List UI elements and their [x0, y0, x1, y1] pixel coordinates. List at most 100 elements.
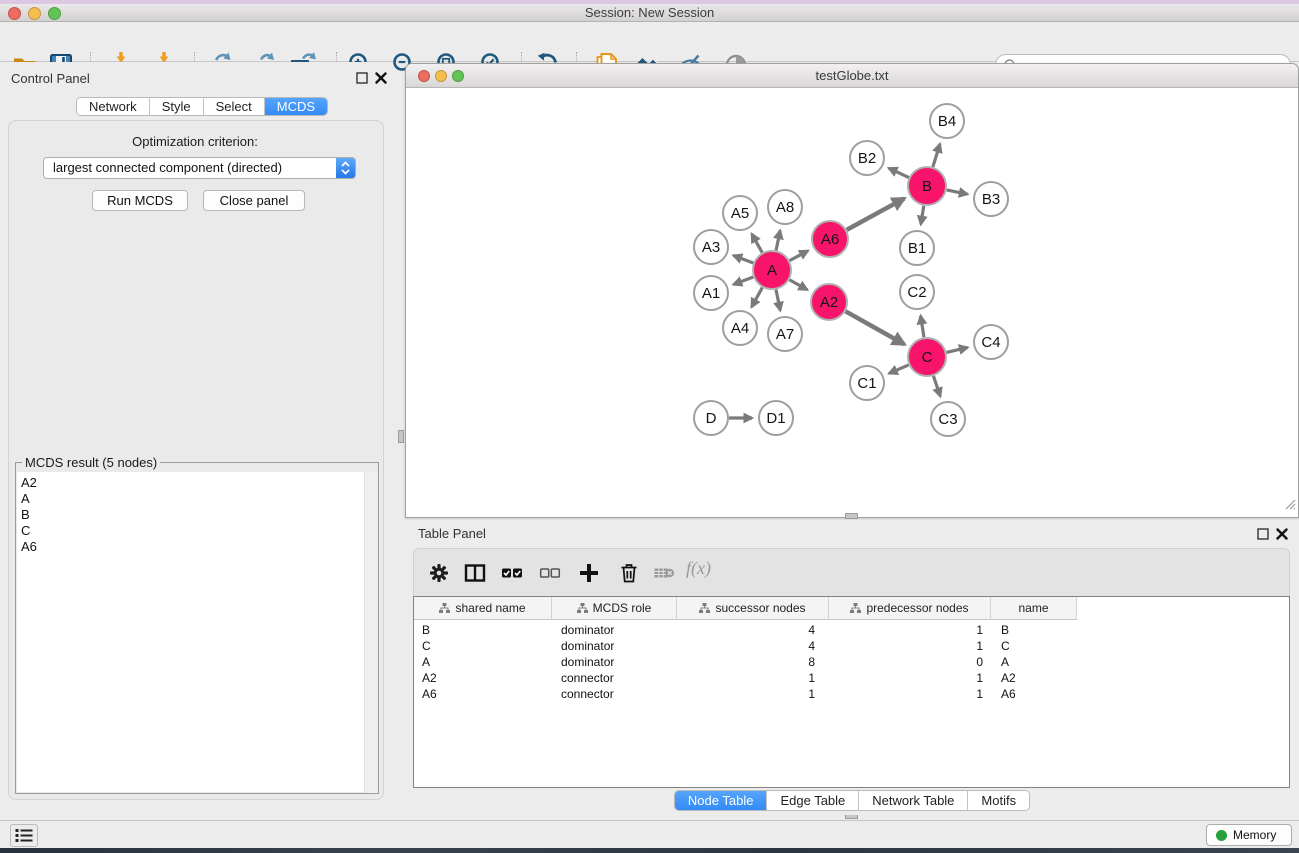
graph-edge-A-A1: [733, 277, 753, 284]
cell-mcds-role: connector: [552, 686, 677, 702]
table-panel-title: Table Panel: [418, 526, 486, 541]
svg-text:A7: A7: [776, 326, 794, 343]
column-header-name[interactable]: name: [991, 597, 1077, 620]
desktop-edge-bottom: [0, 848, 1299, 853]
select-stepper-icon: [336, 158, 355, 178]
desktop-scroll-fragment[interactable]: [845, 513, 858, 519]
graph-node-A4[interactable]: A4: [723, 311, 757, 345]
graph-edge-A-A3: [733, 255, 753, 262]
select-all-columns-icon[interactable]: [501, 562, 523, 584]
tab-node-table[interactable]: Node Table: [675, 791, 768, 810]
tab-mcds[interactable]: MCDS: [265, 98, 327, 115]
mcds-result-box: MCDS result (5 nodes) A2ABCA6: [15, 462, 379, 794]
graph-node-C[interactable]: C: [908, 338, 946, 376]
graph-node-B4[interactable]: B4: [930, 104, 964, 138]
node-table: shared nameMCDS rolesuccessor nodesprede…: [413, 596, 1290, 788]
window-resize-grip[interactable]: [1282, 496, 1296, 515]
graph-edge-A-A6: [790, 251, 808, 261]
memory-button[interactable]: Memory: [1206, 824, 1292, 846]
tab-edge-table[interactable]: Edge Table: [767, 791, 859, 810]
table-header-row: shared nameMCDS rolesuccessor nodesprede…: [414, 597, 1077, 620]
mcds-result-list: A2ABCA6: [17, 472, 377, 792]
graph-node-C1[interactable]: C1: [850, 366, 884, 400]
float-panel-icon[interactable]: [356, 71, 370, 84]
tab-network-table[interactable]: Network Table: [859, 791, 968, 810]
graph-node-D1[interactable]: D1: [759, 401, 793, 435]
graph-node-C3[interactable]: C3: [931, 402, 965, 436]
column-header-mcds-role[interactable]: MCDS role: [552, 597, 677, 620]
cell-predecessor-nodes: 1: [829, 622, 991, 638]
function-builder-icon[interactable]: f(x): [686, 558, 711, 579]
tab-motifs[interactable]: Motifs: [968, 791, 1029, 810]
graph-node-C4[interactable]: C4: [974, 325, 1008, 359]
task-history-button[interactable]: [10, 824, 38, 847]
graph-node-A7[interactable]: A7: [768, 317, 802, 351]
table-row[interactable]: Adominator80A: [414, 654, 1289, 670]
cell-mcds-role: dominator: [552, 654, 677, 670]
delete-columns-icon[interactable]: [618, 562, 640, 584]
cell-shared-name: B: [414, 622, 552, 638]
column-header-predecessor-nodes[interactable]: predecessor nodes: [829, 597, 991, 620]
main-titlebar[interactable]: Session: New Session: [0, 4, 1299, 22]
graph-node-A6[interactable]: A6: [812, 221, 848, 257]
table-row[interactable]: Cdominator41C: [414, 638, 1289, 654]
graph-node-A[interactable]: A: [753, 251, 791, 289]
cell-name: A: [991, 654, 1077, 670]
cell-shared-name: C: [414, 638, 552, 654]
svg-text:A2: A2: [820, 294, 838, 311]
graph-node-B3[interactable]: B3: [974, 182, 1008, 216]
mcds-result-item[interactable]: A: [17, 491, 377, 507]
graph-node-A2[interactable]: A2: [811, 284, 847, 320]
mcds-result-item[interactable]: A2: [17, 475, 377, 491]
float-table-panel-icon[interactable]: [1257, 527, 1271, 540]
table-toolbar: f(x): [413, 548, 1290, 596]
cell-shared-name: A: [414, 654, 552, 670]
mcds-result-item[interactable]: C: [17, 523, 377, 539]
close-panel-icon[interactable]: [375, 71, 389, 84]
graph-node-D[interactable]: D: [694, 401, 728, 435]
graph-node-A1[interactable]: A1: [694, 276, 728, 310]
graph-edge-A6-B: [847, 198, 905, 229]
table-row[interactable]: A6connector11A6: [414, 686, 1289, 702]
control-panel: Control Panel NetworkStyleSelectMCDS Opt…: [0, 62, 390, 815]
svg-text:A3: A3: [702, 239, 720, 256]
mcds-result-item[interactable]: B: [17, 507, 377, 523]
close-panel-button[interactable]: Close panel: [203, 190, 305, 211]
graph-edge-A-A2: [789, 280, 807, 290]
result-scrollbar[interactable]: [364, 472, 377, 793]
optimization-criterion-select[interactable]: largest connected component (directed): [43, 157, 356, 179]
cell-successor-nodes: 1: [677, 670, 829, 686]
graph-node-B1[interactable]: B1: [900, 231, 934, 265]
table-row[interactable]: A2connector11A2: [414, 670, 1289, 686]
svg-text:C3: C3: [938, 411, 957, 428]
graph-edge-A2-C: [846, 311, 905, 344]
show-column-icon[interactable]: [464, 562, 486, 584]
graph-node-C2[interactable]: C2: [900, 275, 934, 309]
table-row[interactable]: Bdominator41B: [414, 622, 1289, 638]
graph-node-A8[interactable]: A8: [768, 190, 802, 224]
run-mcds-button[interactable]: Run MCDS: [92, 190, 188, 211]
graph-node-A3[interactable]: A3: [694, 230, 728, 264]
column-header-shared-name[interactable]: shared name: [414, 597, 552, 620]
network-window-titlebar[interactable]: testGlobe.txt: [406, 64, 1298, 88]
create-column-icon[interactable]: [578, 562, 600, 584]
tab-select[interactable]: Select: [204, 98, 265, 115]
desktop-scroll-fragment[interactable]: [398, 430, 404, 443]
graph-edge-C-C1: [889, 365, 909, 374]
close-table-panel-icon[interactable]: [1276, 527, 1290, 540]
tab-style[interactable]: Style: [150, 98, 204, 115]
table-settings-icon[interactable]: [428, 562, 450, 584]
column-header-successor-nodes[interactable]: successor nodes: [677, 597, 829, 620]
tab-network[interactable]: Network: [77, 98, 150, 115]
network-window-title: testGlobe.txt: [406, 68, 1298, 83]
status-bar: Memory: [0, 820, 1299, 848]
graph-node-B[interactable]: B: [908, 167, 946, 205]
cell-mcds-role: dominator: [552, 622, 677, 638]
graph-node-B2[interactable]: B2: [850, 141, 884, 175]
network-canvas[interactable]: B4 B2 B B3 A5 A8 A6 A3 A B1 A1 A2 C2 A4 A7 C C4 C1 C3 D D1: [406, 88, 1298, 517]
graph-node-A5[interactable]: A5: [723, 196, 757, 230]
delete-table-icon[interactable]: [653, 562, 675, 584]
unselect-all-columns-icon[interactable]: [539, 562, 561, 584]
svg-text:A: A: [767, 262, 777, 279]
mcds-result-item[interactable]: A6: [17, 539, 377, 555]
